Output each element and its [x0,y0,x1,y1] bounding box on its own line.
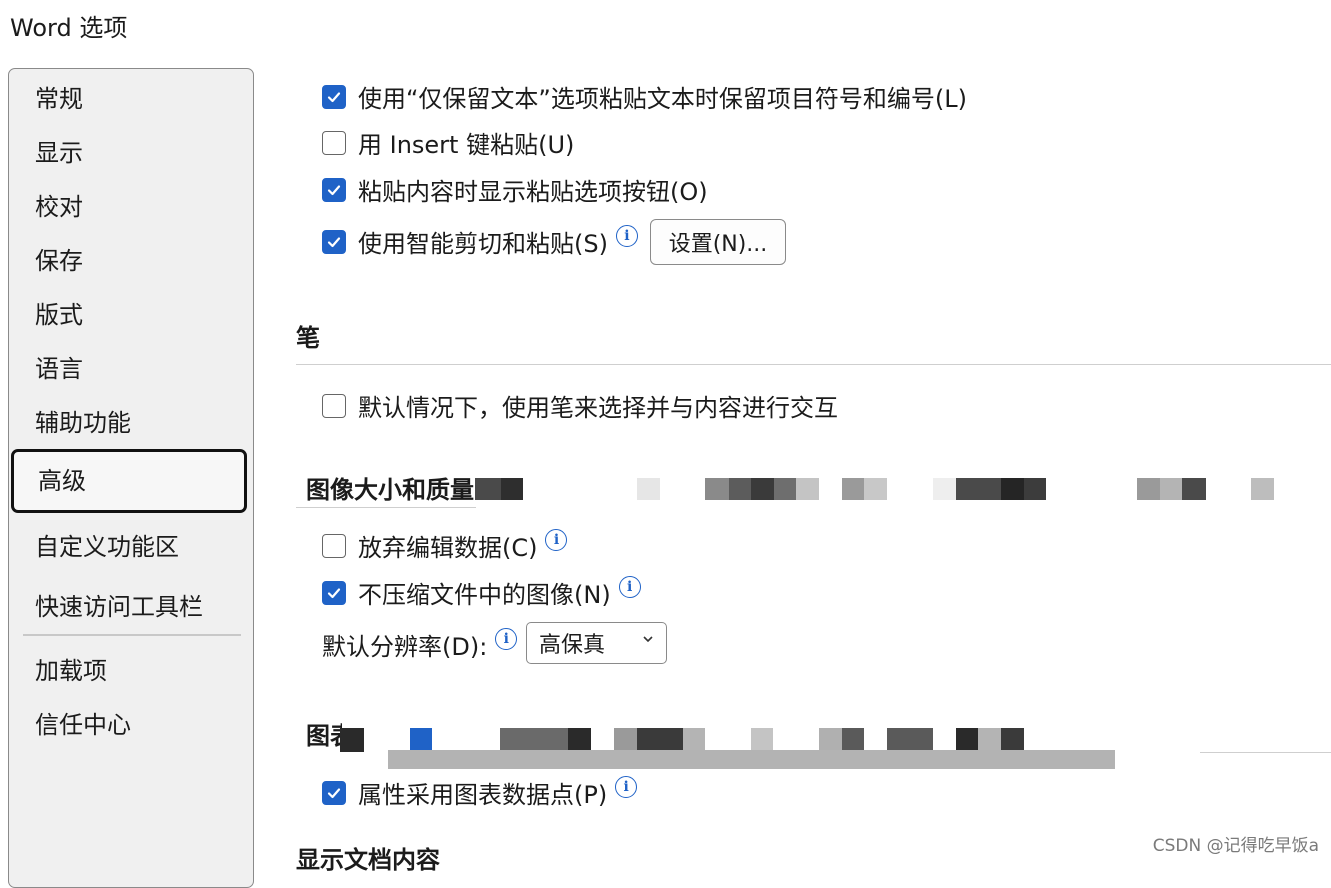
sidebar-item-trust-center[interactable]: 信任中心 [35,705,131,740]
pen-section-heading: 笔 [296,324,320,352]
show-paste-button-option[interactable]: 粘贴内容时显示粘贴选项按钮(O) [322,172,708,207]
info-icon[interactable]: i [618,575,641,598]
sidebar-item-display[interactable]: 显示 [35,133,83,168]
resolution-select-value: 高保真 [539,633,606,658]
image-section-heading: 图像大小和质量 [306,476,474,504]
show-paste-button-label: 粘贴内容时显示粘贴选项按钮(O) [358,178,708,206]
discard-edit-data-label: 放弃编辑数据(C) [358,534,538,562]
follow-chart-points-option[interactable]: 属性采用图表数据点(P) i [322,775,638,810]
sidebar-item-save[interactable]: 保存 [35,241,83,276]
keep-bullets-checkbox[interactable] [322,84,346,109]
chart-section-heading: 图表 [306,722,342,750]
insert-key-label: 用 Insert 键粘贴(U) [358,131,575,159]
sidebar-item-advanced[interactable]: 高级 [11,449,247,513]
sidebar-item-proofing[interactable]: 校对 [35,187,83,222]
check-icon [327,91,341,102]
info-icon[interactable]: i [495,627,518,650]
window-title: Word 选项 [10,14,128,42]
sidebar-item-accessibility[interactable]: 辅助功能 [35,403,131,438]
sidebar-item-layout[interactable]: 版式 [35,295,83,330]
follow-chart-points-label: 属性采用图表数据点(P) [358,781,608,809]
smart-cut-label: 使用智能剪切和粘贴(S) [358,230,608,258]
check-icon [327,184,341,195]
use-pen-checkbox[interactable] [322,393,346,418]
chevron-down-icon [643,636,653,643]
insert-key-option[interactable]: 用 Insert 键粘贴(U) [322,125,574,160]
insert-key-checkbox[interactable] [322,130,346,155]
default-resolution-label: 默认分辨率(D): [322,633,488,661]
no-compress-option[interactable]: 不压缩文件中的图像(N) i [322,575,641,610]
info-icon[interactable]: i [615,775,638,798]
use-pen-option[interactable]: 默认情况下，使用笔来选择并与内容进行交互 [322,388,838,423]
display-content-section-heading: 显示文档内容 [296,846,440,874]
check-icon [327,787,341,798]
discard-edit-data-checkbox[interactable] [322,533,346,558]
check-icon [327,587,341,598]
smart-cut-settings-button[interactable]: 设置(N)... [650,219,786,265]
show-paste-button-checkbox[interactable] [322,177,346,202]
section-divider [296,507,476,508]
discard-edit-data-option[interactable]: 放弃编辑数据(C) i [322,528,568,563]
default-resolution-row: 默认分辨率(D): i [322,627,518,662]
sidebar-item-language[interactable]: 语言 [35,349,83,384]
no-compress-checkbox[interactable] [322,580,346,605]
follow-chart-points-checkbox[interactable] [322,780,346,805]
use-pen-label: 默认情况下，使用笔来选择并与内容进行交互 [358,394,838,422]
sidebar-item-general[interactable]: 常规 [35,79,83,114]
sidebar-divider [23,634,241,636]
watermark: CSDN @记得吃早饭a [1152,836,1319,856]
keep-bullets-label: 使用“仅保留文本”选项粘贴文本时保留项目符号和编号(L) [358,85,967,113]
section-divider [296,364,1331,365]
sidebar: 常规 显示 校对 保存 版式 语言 辅助功能 高级 自定义功能区 快速访问工具栏… [8,68,254,888]
smart-cut-option[interactable]: 使用智能剪切和粘贴(S) i [322,224,638,259]
no-compress-label: 不压缩文件中的图像(N) [358,581,611,609]
resolution-select[interactable]: 高保真 [526,622,667,664]
keep-bullets-option[interactable]: 使用“仅保留文本”选项粘贴文本时保留项目符号和编号(L) [322,79,967,114]
info-icon[interactable]: i [545,528,568,551]
sidebar-item-quick-access-toolbar[interactable]: 快速访问工具栏 [35,587,203,622]
check-icon [327,236,341,247]
smart-cut-checkbox[interactable] [322,229,346,254]
section-divider [1200,752,1331,753]
sidebar-item-customize-ribbon[interactable]: 自定义功能区 [35,527,179,562]
info-icon[interactable]: i [615,224,638,247]
sidebar-item-addins[interactable]: 加载项 [35,651,107,686]
